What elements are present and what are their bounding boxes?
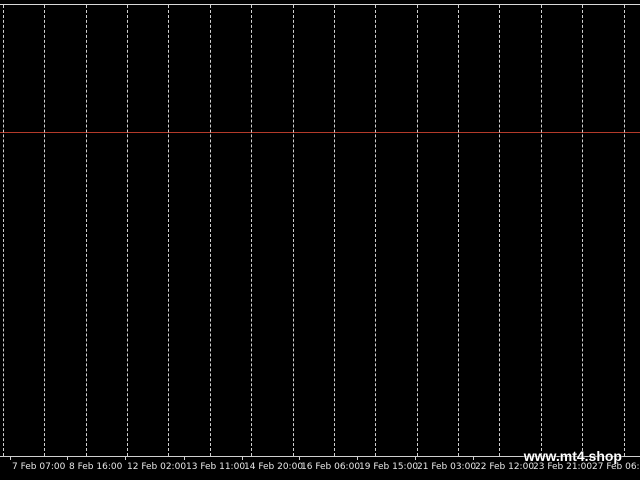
time-axis-label: 7 Feb 07:00: [12, 462, 66, 472]
time-axis-label: 12 Feb 02:00: [127, 462, 187, 472]
time-axis-label: 8 Feb 16:00: [69, 462, 123, 472]
grid-line: [251, 5, 252, 456]
grid-line: [44, 5, 45, 456]
grid-line: [127, 5, 128, 456]
grid-line: [86, 5, 87, 456]
chart-plot-area[interactable]: [0, 5, 640, 456]
grid-line: [541, 5, 542, 456]
grid-line: [293, 5, 294, 456]
time-axis-tick: [67, 456, 68, 460]
time-axis-label: 13 Feb 11:00: [186, 462, 246, 472]
time-axis-tick: [125, 456, 126, 460]
time-axis-tick: [10, 456, 11, 460]
chart-window[interactable]: 7 Feb 07:00 8 Feb 16:00 12 Feb 02:00 13 Feb…: [0, 0, 640, 480]
watermark-text: www.mt4.shop: [523, 448, 622, 464]
time-axis-tick: [473, 456, 474, 460]
grid-line: [210, 5, 211, 456]
grid-line: [582, 5, 583, 456]
grid-line: [375, 5, 376, 456]
grid-line: [624, 5, 625, 456]
time-axis-tick: [357, 456, 358, 460]
grid-line: [417, 5, 418, 456]
time-axis-tick: [242, 456, 243, 460]
time-axis-label: 16 Feb 06:00: [301, 462, 361, 472]
time-axis-label: 21 Feb 03:00: [417, 462, 477, 472]
grid-line: [168, 5, 169, 456]
time-axis-label: 14 Feb 20:00: [244, 462, 304, 472]
grid-line: [3, 5, 4, 456]
time-axis-tick: [299, 456, 300, 460]
grid-line: [334, 5, 335, 456]
time-axis-tick: [415, 456, 416, 460]
grid-line: [458, 5, 459, 456]
time-axis-tick: [184, 456, 185, 460]
price-line: [0, 132, 640, 133]
grid-line: [499, 5, 500, 456]
time-axis-label: 19 Feb 15:00: [359, 462, 419, 472]
